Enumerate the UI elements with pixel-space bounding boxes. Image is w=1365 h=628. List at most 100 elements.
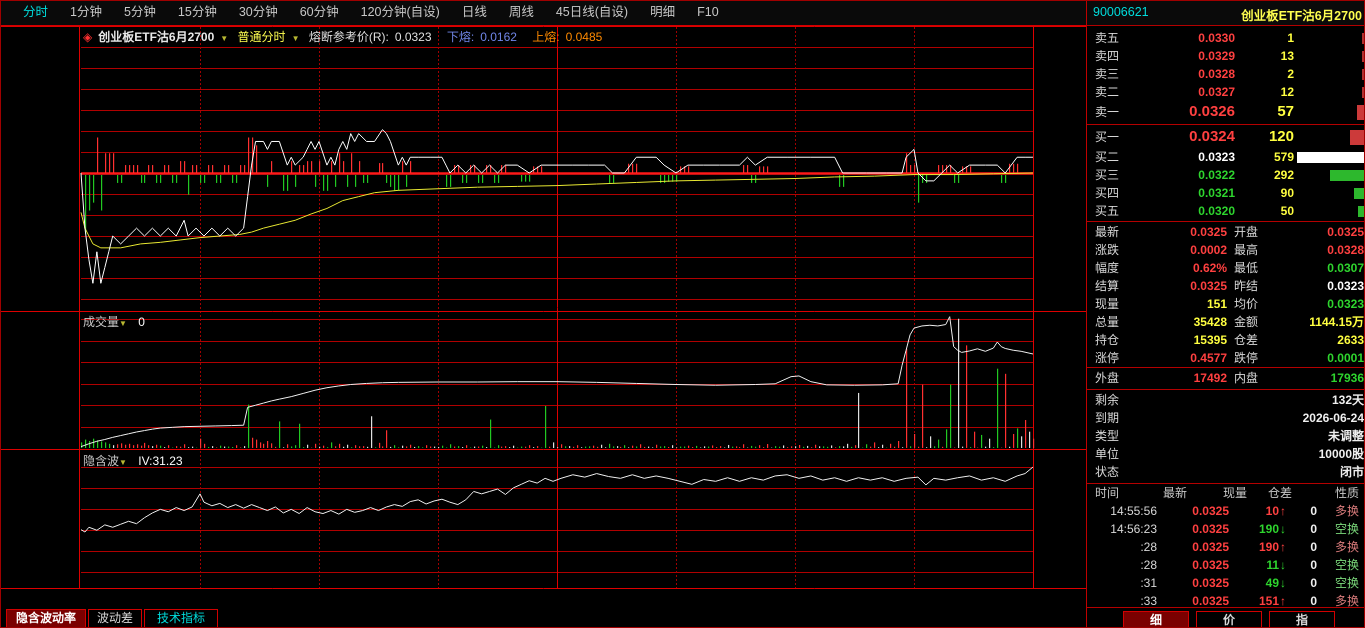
depth-bar <box>1350 129 1364 145</box>
book-level-label: 买二 <box>1095 150 1120 164</box>
depth-bar <box>1362 68 1364 80</box>
contract-info-row-2: 到期 2026-06-24 <box>1087 409 1364 427</box>
info-value: 闭市 <box>1339 465 1364 479</box>
tick-price: 0.0325 <box>1192 558 1229 572</box>
book-volume: 57 <box>1277 103 1294 120</box>
toolbar-tab-10[interactable]: 45日线(自设) <box>556 1 628 24</box>
tick-price: 0.0325 <box>1192 594 1229 608</box>
book-volume: 120 <box>1268 128 1294 145</box>
separator <box>1087 389 1364 390</box>
tick-table-header: 时间 最新 现量 仓差 性质 <box>1087 485 1364 502</box>
iv-panel-label[interactable]: 隐含波▼ IV:31.23 <box>83 452 183 469</box>
separator <box>1087 25 1364 26</box>
tick-oi-change: 0 <box>1310 504 1317 518</box>
bid-row-4[interactable]: 买四 0.0321 90 <box>1087 184 1364 202</box>
tick-price: 0.0325 <box>1192 522 1229 536</box>
stat-label: 均价 <box>1234 297 1259 311</box>
bid-row-2[interactable]: 买二 0.0323 579 <box>1087 148 1364 166</box>
indicator-tab-1[interactable]: 隐含波动率 <box>6 609 86 627</box>
ask-row-5[interactable]: 卖五 0.0330 1 <box>1087 29 1364 47</box>
depth-bar <box>1357 104 1364 120</box>
chevron-down-icon[interactable]: ▼ <box>292 34 300 43</box>
stat-value: 0.0002 <box>1190 243 1227 257</box>
bid-row-5[interactable]: 买五 0.0320 50 <box>1087 202 1364 220</box>
stat-value: 151 <box>1206 297 1227 311</box>
stat-label: 涨跌 <box>1095 243 1120 257</box>
toolbar-tab-8[interactable]: 日线 <box>462 1 487 24</box>
detail-tab-3[interactable]: 指 <box>1269 611 1335 627</box>
stat-row-6: 总量 35428 金额 1144.15万 <box>1087 313 1364 331</box>
tick-time: :28 <box>1140 558 1157 572</box>
toolbar-tab-11[interactable]: 明细 <box>650 1 675 24</box>
bid-row-3[interactable]: 买三 0.0322 292 <box>1087 166 1364 184</box>
book-price: 0.0323 <box>1198 150 1235 164</box>
chevron-down-icon[interactable]: ▼ <box>119 458 127 467</box>
symbol-dropdown[interactable]: 创业板ETF沽6月2700 <box>98 30 214 44</box>
stat-value: 0.0323 <box>1327 279 1364 293</box>
tick-row: :28 0.0325 11 ↓ 0 空换 <box>1087 556 1364 574</box>
tick-oi-change: 0 <box>1310 558 1317 572</box>
bid-row-1[interactable]: 买一 0.0324 120 <box>1087 126 1364 148</box>
info-value: 132天 <box>1331 393 1364 407</box>
book-level-label: 卖二 <box>1095 85 1120 99</box>
stat-value: 0.62% <box>1192 261 1227 275</box>
toolbar-tab-1[interactable]: 分时 <box>23 1 48 24</box>
indicator-tab-3[interactable]: 技术指标 <box>144 609 218 627</box>
ask-row-4[interactable]: 卖四 0.0329 13 <box>1087 47 1364 65</box>
toolbar-tab-7[interactable]: 120分钟(自设) <box>361 1 440 24</box>
chevron-down-icon[interactable]: ▼ <box>220 34 228 43</box>
stat-label: 总量 <box>1095 315 1120 329</box>
toolbar-tab-2[interactable]: 1分钟 <box>70 1 102 24</box>
separator <box>1087 124 1364 125</box>
stat-row-5: 现量 151 均价 0.0323 <box>1087 295 1364 313</box>
info-label: 状态 <box>1095 465 1120 479</box>
toolbar-tab-3[interactable]: 5分钟 <box>124 1 156 24</box>
stat-label: 外盘 <box>1095 371 1120 385</box>
timeshare-chart-canvas[interactable] <box>1 1 1086 627</box>
tick-time: 14:56:23 <box>1110 522 1157 536</box>
volume-current-value: 0 <box>138 315 145 329</box>
stat-label: 昨结 <box>1234 279 1259 293</box>
detail-tab-1[interactable]: 细 <box>1123 611 1189 627</box>
book-level-label: 卖四 <box>1095 49 1120 63</box>
chevron-down-icon[interactable]: ▼ <box>119 319 127 328</box>
chart-header: ◈ 创业板ETF沽6月2700 ▼ 普通分时 ▼ 熔断参考价(R): 0.0323 下熔… <box>83 28 614 45</box>
detail-tab-2[interactable]: 价 <box>1196 611 1262 627</box>
fuse-ref-label: 熔断参考价(R): 0.0323 <box>308 30 432 44</box>
stat-value: 0.0001 <box>1327 351 1364 365</box>
stat-row-3: 幅度 0.62% 最低 0.0307 <box>1087 259 1364 277</box>
ask-row-3[interactable]: 卖三 0.0328 2 <box>1087 65 1364 83</box>
contract-info-row-5: 状态 闭市 <box>1087 463 1364 481</box>
tick-oi-change: 0 <box>1310 522 1317 536</box>
book-price: 0.0321 <box>1198 186 1235 200</box>
stat-label: 持仓 <box>1095 333 1120 347</box>
toolbar-tab-9[interactable]: 周线 <box>509 1 534 24</box>
book-level-label: 买一 <box>1095 130 1120 144</box>
toolbar-tab-4[interactable]: 15分钟 <box>178 1 217 24</box>
toolbar-tab-5[interactable]: 30分钟 <box>239 1 278 24</box>
stat-label: 跌停 <box>1234 351 1259 365</box>
ask-row-1[interactable]: 卖一 0.0326 57 <box>1087 101 1364 123</box>
toolbar-tab-12[interactable]: F10 <box>697 1 719 24</box>
tick-col-header: 时间 <box>1095 486 1120 500</box>
stat-value: 35428 <box>1193 315 1227 329</box>
book-price: 0.0330 <box>1198 31 1235 45</box>
book-price: 0.0329 <box>1198 49 1235 63</box>
mode-dropdown[interactable]: 普通分时 <box>238 30 286 44</box>
info-value: 未调整 <box>1327 429 1364 443</box>
depth-bar <box>1358 205 1364 217</box>
toolbar-tab-6[interactable]: 60分钟 <box>300 1 339 24</box>
fuse-lower-label: 下熔: 0.0162 <box>446 30 517 44</box>
stat-row-7: 持仓 15395 仓差 2633 <box>1087 331 1364 349</box>
tick-row: :33 0.0325 151 ↑ 0 多换 <box>1087 592 1364 610</box>
info-value: 2026-06-24 <box>1302 411 1364 425</box>
tick-time: :33 <box>1140 594 1157 608</box>
tick-nature: 空换 <box>1335 522 1360 536</box>
tick-list[interactable]: 14:55:56 0.0325 10 ↑ 0 多换 14:56:23 0.0325 190 ↓ 0 空… <box>1087 502 1364 610</box>
indicator-tab-2[interactable]: 波动差 <box>88 609 142 627</box>
ask-row-2[interactable]: 卖二 0.0327 12 <box>1087 83 1364 101</box>
stat-value: 15395 <box>1193 333 1227 347</box>
stat-value: 17936 <box>1330 371 1364 385</box>
volume-panel-label[interactable]: 成交量▼ 0 <box>83 313 145 330</box>
book-volume: 2 <box>1287 67 1294 81</box>
